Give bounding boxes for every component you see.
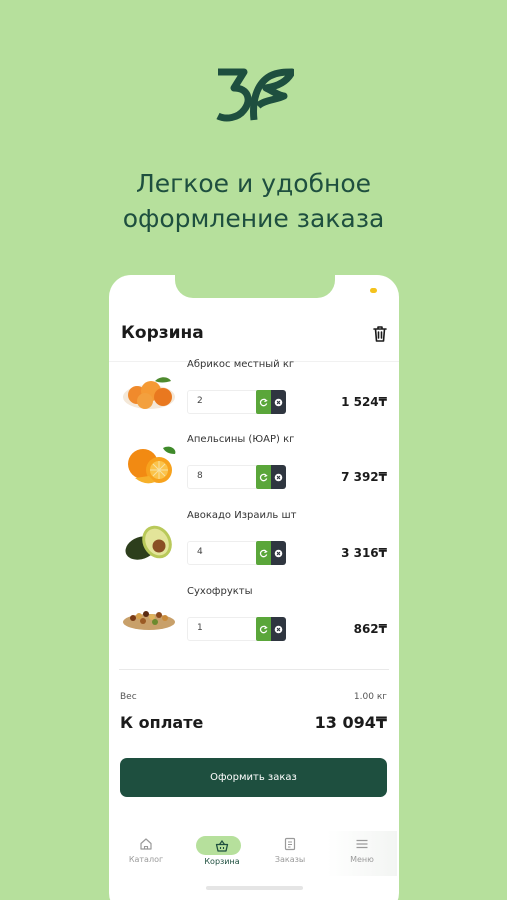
dried-fruits-image (123, 611, 175, 630)
close-icon (274, 549, 283, 557)
quantity-field[interactable]: 4 (187, 541, 286, 565)
item-name: Абрикос местный кг (187, 359, 295, 370)
close-icon (274, 625, 283, 633)
refresh-button[interactable] (256, 541, 271, 565)
total-value: 13 094₸ (314, 713, 387, 732)
refresh-icon (259, 472, 268, 481)
brand-logo (216, 68, 294, 122)
item-price: 7 392₸ (341, 470, 387, 484)
tab-cart[interactable]: Корзина (187, 831, 257, 876)
item-price: 3 316₸ (341, 546, 387, 560)
checkout-button[interactable]: Оформить заказ (120, 758, 387, 797)
home-indicator (206, 886, 303, 890)
summary-divider (119, 669, 389, 670)
tab-label: Корзина (204, 857, 240, 866)
total-label: К оплате (120, 713, 204, 732)
remove-item-button[interactable] (271, 541, 286, 565)
basket-icon (215, 839, 229, 852)
cart-item: Апельсины (ЮАР) кг 8 7 392₸ (109, 434, 399, 510)
menu-icon (356, 839, 368, 849)
page-title: Корзина (121, 323, 204, 343)
quantity-field[interactable]: 8 (187, 465, 286, 489)
orange-image (128, 446, 176, 484)
tab-orders[interactable]: Заказы (255, 831, 325, 876)
trash-icon[interactable] (372, 325, 388, 343)
refresh-button[interactable] (256, 617, 271, 641)
promo-headline: Легкое и удобное оформление заказа (0, 166, 507, 236)
remove-item-button[interactable] (271, 465, 286, 489)
cart-item-list: Абрикос местный кг 2 1 524₸ Апельсины (Ю… (109, 355, 399, 665)
bottom-tab-bar: Каталог Корзина Заказы Меню (109, 831, 399, 876)
phone-screen: Корзина Абрикос местный кг 2 1 524₸ Апел… (109, 275, 399, 900)
phone-notch (175, 275, 335, 298)
quantity-field[interactable]: 2 (187, 390, 286, 414)
quantity-field[interactable]: 1 (187, 617, 286, 641)
item-name: Сухофрукты (187, 586, 253, 597)
quantity-value[interactable]: 1 (197, 623, 203, 633)
tab-label: Заказы (274, 855, 306, 864)
refresh-button[interactable] (256, 465, 271, 489)
avocado-image (125, 525, 172, 560)
tab-label: Каталог (128, 855, 164, 864)
cart-item: Авокадо Израиль шт 4 3 316₸ (109, 510, 399, 586)
close-icon (274, 398, 283, 406)
remove-item-button[interactable] (271, 617, 286, 641)
weight-label: Вес (120, 692, 137, 702)
cart-item: Сухофрукты 1 862₸ (109, 586, 399, 662)
item-price: 862₸ (353, 622, 387, 636)
weight-value: 1.00 кг (353, 692, 387, 702)
quantity-value[interactable]: 8 (197, 471, 203, 481)
close-icon (274, 473, 283, 481)
refresh-button[interactable] (256, 390, 271, 414)
orders-icon (284, 837, 296, 851)
item-name: Апельсины (ЮАР) кг (187, 434, 295, 445)
tab-menu[interactable]: Меню (327, 831, 397, 876)
item-name: Авокадо Израиль шт (187, 510, 297, 521)
quantity-value[interactable]: 4 (197, 547, 203, 557)
promo-line-2: оформление заказа (122, 204, 385, 233)
refresh-icon (259, 624, 268, 633)
quantity-value[interactable]: 2 (197, 396, 203, 406)
promo-line-1: Легкое и удобное (135, 169, 372, 198)
item-price: 1 524₸ (341, 395, 387, 409)
status-indicator-dot (370, 288, 377, 293)
remove-item-button[interactable] (271, 390, 286, 414)
tab-catalog[interactable]: Каталог (111, 831, 181, 876)
refresh-icon (259, 548, 268, 557)
apricot-image (123, 377, 175, 409)
cart-item: Абрикос местный кг 2 1 524₸ (109, 359, 399, 435)
home-icon (140, 838, 152, 850)
refresh-icon (259, 397, 268, 406)
tab-label: Меню (350, 855, 374, 864)
